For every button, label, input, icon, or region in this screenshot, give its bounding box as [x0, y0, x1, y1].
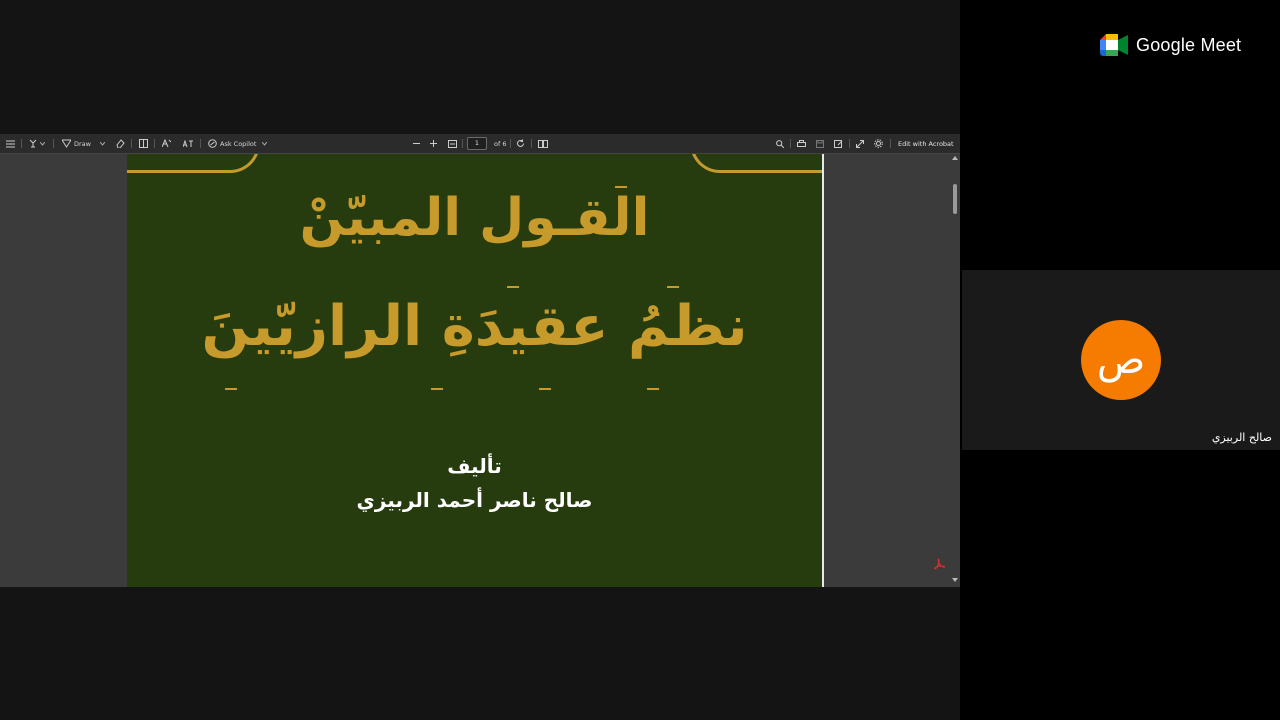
toc-button[interactable]: [6, 134, 15, 153]
save-as-button[interactable]: [834, 134, 843, 153]
decor-dash: [507, 286, 519, 288]
list-icon: [6, 140, 15, 147]
zoom-in-button[interactable]: [430, 134, 437, 153]
erase-button[interactable]: [116, 134, 125, 153]
fit-page-button[interactable]: [448, 134, 457, 153]
decorative-frame-left: [127, 154, 260, 173]
plus-icon: [430, 140, 437, 147]
ask-copilot-button[interactable]: Ask Copilot: [208, 134, 268, 153]
find-button[interactable]: [776, 134, 784, 153]
fit-page-icon: [448, 139, 457, 148]
pdf-toolbar: Draw Ask Copilot 1 of 6 Edit with Acroba…: [0, 134, 960, 154]
decorative-frame-right: [690, 154, 822, 173]
chevron-down-icon: [40, 141, 45, 146]
document-area[interactable]: القـول المبيّنْ نظمُ عقيدَةِ الرازيّينَ …: [0, 154, 960, 587]
participant-name: صالح الربيزي: [1211, 431, 1272, 444]
draw-icon: [62, 139, 71, 148]
participant-avatar: ص: [1081, 320, 1161, 400]
google-meet-brand: Google Meet: [1136, 34, 1242, 55]
author-name: صالح ناصر أحمد الربيزي: [356, 488, 593, 512]
ask-copilot-label: Ask Copilot: [220, 139, 257, 148]
edit-with-acrobat-button[interactable]: Edit with Acrobat: [898, 134, 954, 153]
page-total-label: of 6: [494, 139, 507, 148]
minus-icon: [413, 143, 420, 144]
rotate-button[interactable]: [516, 134, 525, 153]
highlighter-icon: [29, 139, 37, 148]
gear-icon: [874, 139, 883, 148]
edit-with-acrobat-label: Edit with Acrobat: [898, 139, 954, 148]
google-meet-icon: [1100, 34, 1128, 56]
highlight-button[interactable]: [29, 134, 45, 153]
vertical-scrollbar[interactable]: [951, 154, 960, 587]
scroll-down-icon[interactable]: [952, 578, 958, 582]
page-layout-button[interactable]: [538, 134, 548, 153]
scroll-up-icon[interactable]: [952, 156, 958, 160]
decor-dash: [539, 388, 551, 390]
book-title-line-1: القـول المبيّنْ: [299, 188, 650, 248]
pdf-page: القـول المبيّنْ نظمُ عقيدَةِ الرازيّينَ …: [127, 154, 824, 587]
view-button[interactable]: [139, 134, 148, 153]
fullscreen-button[interactable]: [856, 134, 864, 153]
decor-dash: [667, 286, 679, 288]
save-icon: [816, 139, 824, 148]
read-aloud-button[interactable]: [162, 134, 171, 153]
search-icon: [776, 139, 784, 148]
screen-share-area: Draw Ask Copilot 1 of 6 Edit with Acroba…: [0, 0, 960, 720]
chevron-down-icon: [99, 141, 105, 146]
pdf-viewer: Draw Ask Copilot 1 of 6 Edit with Acroba…: [0, 134, 960, 587]
settings-button[interactable]: [874, 134, 883, 153]
chevron-down-icon: [262, 141, 268, 146]
two-page-icon: [538, 139, 548, 148]
decor-dash: [647, 388, 659, 390]
decor-dash: [225, 388, 237, 390]
author-label: تأليف: [447, 454, 502, 478]
draw-label: Draw: [74, 139, 91, 148]
decor-dash: [431, 388, 443, 390]
page-view-icon: [139, 139, 148, 148]
draw-button[interactable]: Draw: [62, 134, 105, 153]
translate-icon: [183, 139, 193, 147]
acrobat-icon[interactable]: [933, 558, 945, 570]
expand-icon: [856, 139, 864, 148]
save-as-icon: [834, 139, 843, 148]
print-icon: [797, 139, 806, 147]
print-button[interactable]: [797, 134, 806, 153]
save-button[interactable]: [816, 134, 824, 153]
book-title-line-2: نظمُ عقيدَةِ الرازيّينَ: [201, 294, 748, 359]
participant-tile[interactable]: ص صالح الربيزي: [962, 270, 1280, 450]
read-aloud-icon: [162, 139, 171, 148]
page-number-group: 1 of 6: [467, 134, 506, 153]
translate-button[interactable]: [183, 134, 193, 153]
google-meet-logo: Google Meet: [1100, 34, 1241, 56]
page-number-input[interactable]: 1: [467, 137, 487, 150]
scroll-thumb[interactable]: [953, 184, 957, 214]
copilot-icon: [208, 139, 217, 148]
rotate-icon: [517, 139, 524, 147]
zoom-out-button[interactable]: [413, 134, 420, 153]
eraser-icon: [116, 139, 125, 148]
